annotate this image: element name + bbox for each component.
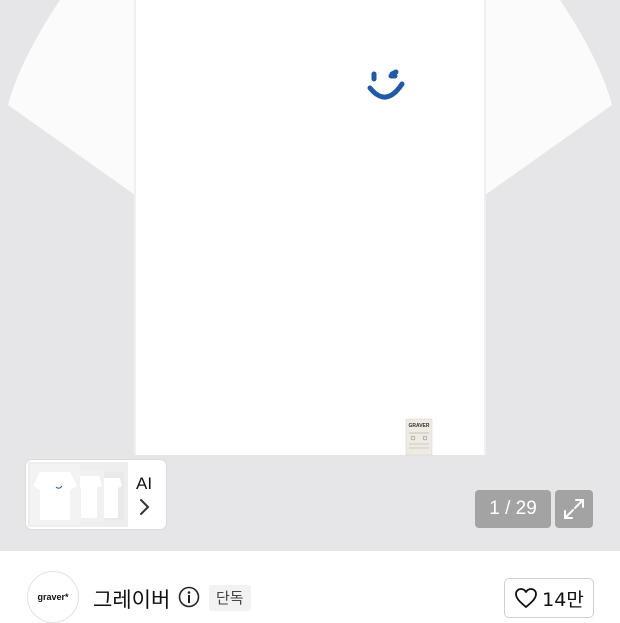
ai-label: AI: [136, 474, 153, 493]
brand-logo-text: graver*: [37, 592, 69, 602]
heart-icon: [515, 588, 538, 608]
info-icon[interactable]: [178, 586, 200, 608]
brand-row: graver* 그레이버 단독 14만: [0, 551, 620, 623]
thumbnail-image: [28, 462, 128, 527]
product-image-area[interactable]: GRAVER AI 1 / 29: [0, 0, 620, 551]
expand-button[interactable]: [555, 490, 593, 528]
expand-icon: [564, 499, 584, 519]
chevron-right-icon: [140, 499, 150, 515]
thumbnail-strip[interactable]: AI: [26, 460, 166, 529]
brand-name[interactable]: 그레이버: [93, 584, 170, 614]
like-count: 14만: [542, 588, 584, 611]
brand-logo[interactable]: graver*: [27, 571, 79, 623]
care-tag: GRAVER: [405, 418, 433, 456]
exclusive-badge: 단독: [209, 585, 251, 611]
page-counter: 1 / 29: [475, 490, 551, 528]
like-button[interactable]: 14만: [504, 578, 594, 618]
svg-text:GRAVER: GRAVER: [408, 423, 429, 429]
